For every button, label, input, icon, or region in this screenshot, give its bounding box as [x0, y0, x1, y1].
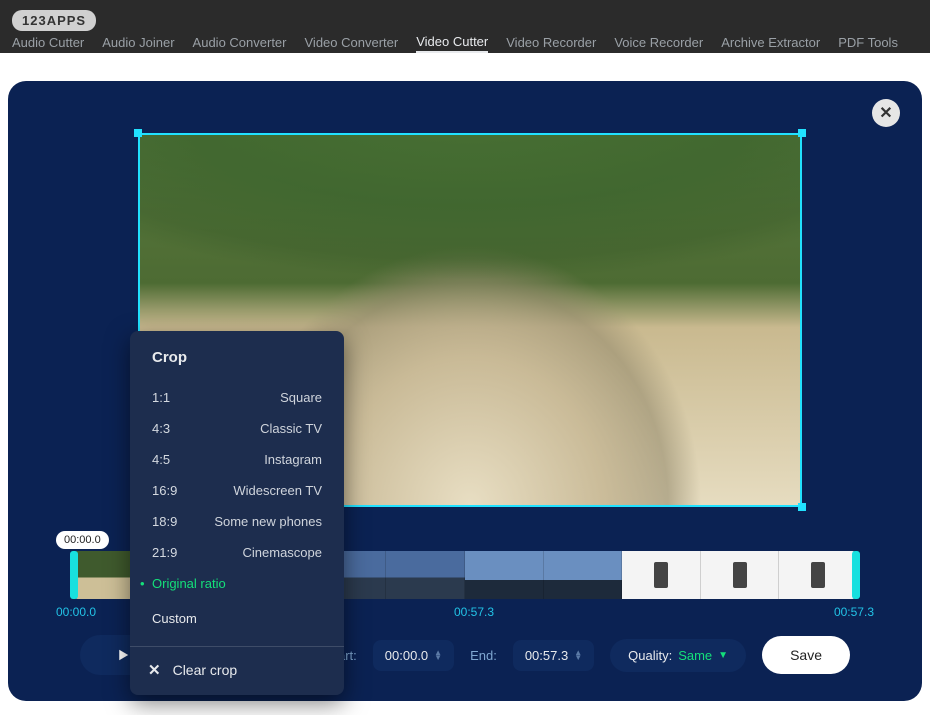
trim-handle-left[interactable]	[70, 551, 78, 599]
nav-audio-joiner[interactable]: Audio Joiner	[102, 33, 174, 52]
ruler-start: 00:00.0	[56, 605, 96, 619]
timeline-thumb	[465, 551, 544, 599]
start-time-value: 00:00.0	[385, 648, 428, 663]
nav-video-recorder[interactable]: Video Recorder	[506, 33, 596, 52]
close-button[interactable]: ✕	[872, 99, 900, 127]
nav-audio-converter[interactable]: Audio Converter	[193, 33, 287, 52]
trim-handle-right[interactable]	[852, 551, 860, 599]
ratio-label: Widescreen TV	[233, 483, 322, 498]
ratio-18-9[interactable]: 18:9 Some new phones	[152, 506, 322, 537]
top-nav: 123APPS Audio Cutter Audio Joiner Audio …	[0, 0, 930, 53]
crop-handle-br[interactable]	[798, 503, 806, 511]
playhead-time-pill: 00:00.0	[56, 531, 109, 549]
ratio-value: 21:9	[152, 545, 177, 560]
crop-popover-title: Crop	[130, 331, 344, 382]
ratio-list: 1:1 Square 4:3 Classic TV 4:5 Instagram 16:…	[130, 382, 344, 599]
nav-voice-recorder[interactable]: Voice Recorder	[614, 33, 703, 52]
ratio-label: Cinemascope	[243, 545, 323, 560]
start-time-input[interactable]: 00:00.0 ▲▼	[373, 640, 454, 671]
quality-label: Quality:	[628, 648, 672, 663]
clear-crop-label: Clear crop	[173, 662, 238, 678]
quality-value: Same	[678, 648, 712, 663]
timeline-thumb	[779, 551, 858, 599]
ruler-end: 00:57.3	[834, 605, 874, 619]
clear-crop-button[interactable]: ✕ Clear crop	[130, 647, 344, 693]
timeline-thumb	[386, 551, 465, 599]
chevron-down-icon: ▼	[718, 650, 728, 661]
nav-audio-cutter[interactable]: Audio Cutter	[12, 33, 84, 52]
nav-pdf-tools[interactable]: PDF Tools	[838, 33, 898, 52]
ratio-value: 4:3	[152, 421, 170, 436]
ratio-value: 4:5	[152, 452, 170, 467]
ratio-label: Original ratio	[152, 576, 226, 591]
ratio-label: Some new phones	[214, 514, 322, 529]
close-icon: ✕	[148, 661, 161, 679]
logo: 123APPS	[12, 10, 96, 31]
ratio-value: 16:9	[152, 483, 177, 498]
timeline-thumb	[622, 551, 701, 599]
nav-archive-extractor[interactable]: Archive Extractor	[721, 33, 820, 52]
ratio-4-3[interactable]: 4:3 Classic TV	[152, 413, 322, 444]
crop-handle-tl[interactable]	[134, 129, 142, 137]
ratio-1-1[interactable]: 1:1 Square	[152, 382, 322, 413]
nav-video-cutter[interactable]: Video Cutter	[416, 32, 488, 53]
ratio-21-9[interactable]: 21:9 Cinemascope	[152, 537, 322, 568]
close-icon: ✕	[879, 103, 892, 123]
stepper-icon[interactable]: ▲▼	[434, 650, 442, 660]
ratio-label: Classic TV	[260, 421, 322, 436]
end-time-input[interactable]: 00:57.3 ▲▼	[513, 640, 594, 671]
ratio-4-5[interactable]: 4:5 Instagram	[152, 444, 322, 475]
ratio-16-9[interactable]: 16:9 Widescreen TV	[152, 475, 322, 506]
ratio-label: Instagram	[264, 452, 322, 467]
ratio-original[interactable]: Original ratio	[152, 568, 322, 599]
timeline-thumb	[701, 551, 780, 599]
crop-popover: Crop 1:1 Square 4:3 Classic TV 4:5 Instagra…	[130, 331, 344, 695]
editor-panel: ✕ Crop 1:1 Square 4:3 Classic TV 4:5 Instag…	[8, 81, 922, 701]
end-time-value: 00:57.3	[525, 648, 568, 663]
end-label: End:	[470, 648, 497, 663]
ratio-label: Square	[280, 390, 322, 405]
ratio-value: 1:1	[152, 390, 170, 405]
timeline-thumb	[544, 551, 623, 599]
stepper-icon[interactable]: ▲▼	[574, 650, 582, 660]
nav-video-converter[interactable]: Video Converter	[305, 33, 399, 52]
ratio-custom[interactable]: Custom	[130, 599, 344, 638]
quality-dropdown[interactable]: Quality: Same ▼	[610, 639, 746, 672]
ratio-value: 18:9	[152, 514, 177, 529]
save-button[interactable]: Save	[762, 636, 850, 674]
ruler-mid: 00:57.3	[454, 605, 494, 619]
crop-handle-tr[interactable]	[798, 129, 806, 137]
nav-list: Audio Cutter Audio Joiner Audio Converte…	[12, 32, 898, 53]
